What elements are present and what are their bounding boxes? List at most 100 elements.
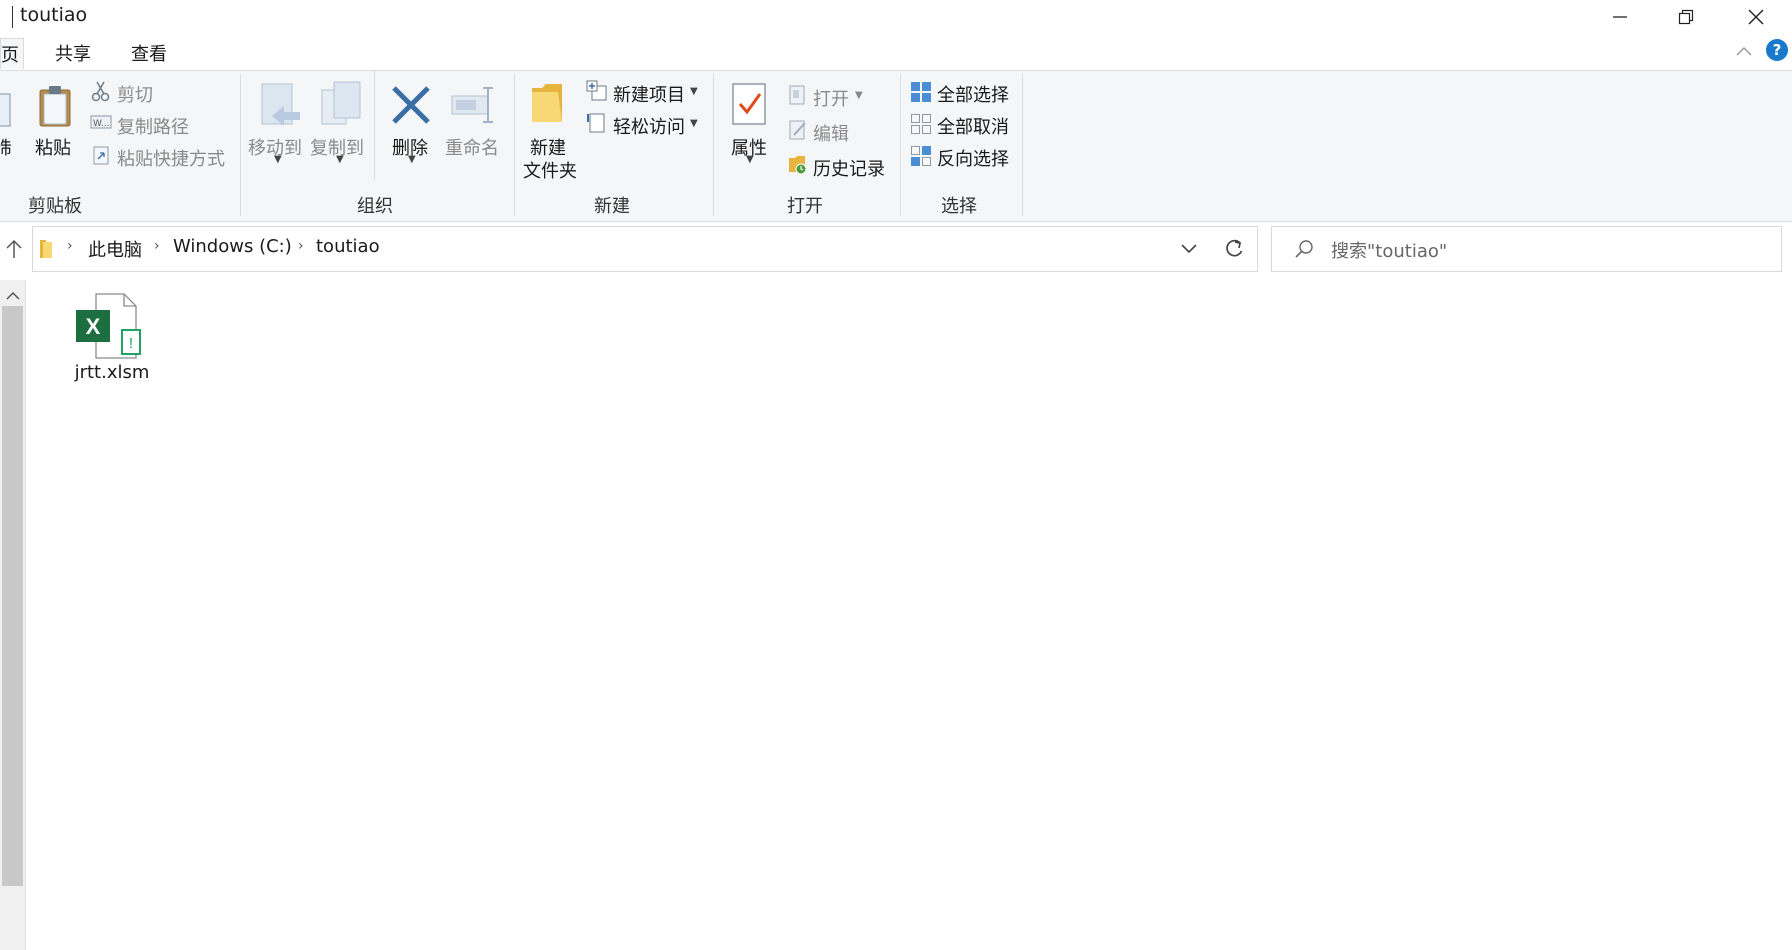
tab-home-label: 页 bbox=[1, 45, 19, 66]
delete-caret: ▼ bbox=[408, 154, 416, 165]
paste-shortcut-label: 粘贴快捷方式 bbox=[117, 149, 225, 170]
edit-label: 编辑 bbox=[813, 124, 849, 145]
close-button[interactable] bbox=[1720, 0, 1792, 34]
title-separator bbox=[12, 6, 13, 28]
copy-to-caret: ▼ bbox=[336, 154, 344, 165]
window-title: toutiao bbox=[20, 4, 88, 26]
svg-text:!: ! bbox=[129, 335, 133, 352]
invert-selection-icon bbox=[911, 146, 931, 166]
address-folder-icon bbox=[38, 236, 56, 265]
copy-label: 制 bbox=[0, 138, 12, 159]
delete-button[interactable] bbox=[390, 84, 432, 131]
excel-file-icon: X ! bbox=[76, 293, 141, 359]
restore-button[interactable] bbox=[1650, 0, 1722, 34]
new-item-label: 新建项目 bbox=[613, 85, 685, 106]
copy-to-button[interactable] bbox=[320, 80, 364, 135]
move-to-button[interactable] bbox=[258, 82, 302, 137]
properties-caret: ▼ bbox=[746, 154, 754, 165]
properties-button[interactable] bbox=[730, 82, 770, 133]
refresh-button[interactable] bbox=[1211, 226, 1258, 272]
breadcrumb-chevron-icon[interactable]: › bbox=[154, 238, 160, 254]
paste-label: 粘贴 bbox=[35, 138, 71, 159]
history-button[interactable] bbox=[787, 154, 809, 181]
rename-icon bbox=[451, 87, 493, 123]
svg-text:X: X bbox=[86, 314, 101, 339]
easy-access-icon bbox=[587, 113, 605, 133]
copy-path-button[interactable]: W... bbox=[90, 113, 112, 136]
chevron-up-icon bbox=[6, 291, 20, 300]
paste-shortcut-button[interactable] bbox=[92, 145, 110, 170]
easy-access-caret: ▼ bbox=[690, 118, 698, 129]
select-none-icon bbox=[911, 114, 931, 134]
select-none-button[interactable] bbox=[910, 113, 932, 140]
open-group-label: 打开 bbox=[787, 196, 823, 217]
copy-icon bbox=[0, 93, 11, 127]
new-item-button[interactable] bbox=[586, 80, 608, 107]
clipboard-icon bbox=[39, 86, 71, 127]
properties-icon bbox=[732, 83, 766, 125]
search-placeholder: 搜索"toutiao" bbox=[1331, 241, 1448, 262]
open-caret: ▼ bbox=[855, 90, 863, 101]
up-button[interactable] bbox=[4, 238, 24, 265]
invert-selection-label: 反向选择 bbox=[937, 149, 1009, 170]
organize-inner-separator bbox=[374, 70, 375, 180]
delete-x-icon bbox=[392, 86, 430, 124]
folder-icon bbox=[532, 84, 562, 122]
cut-label: 剪切 bbox=[117, 85, 153, 106]
clipboard-group-label: 剪贴板 bbox=[28, 196, 82, 217]
edit-button[interactable] bbox=[787, 119, 809, 146]
file-name: jrtt.xlsm bbox=[74, 362, 150, 383]
select-none-label: 全部取消 bbox=[937, 117, 1009, 138]
search-box[interactable]: 搜索"toutiao" bbox=[1271, 226, 1782, 272]
tab-view[interactable]: 查看 bbox=[131, 40, 167, 66]
breadcrumb-this-pc[interactable]: 此电脑 bbox=[88, 236, 142, 262]
select-all-button[interactable] bbox=[910, 81, 932, 108]
move-to-caret: ▼ bbox=[274, 154, 282, 165]
svg-text:W...: W... bbox=[93, 119, 109, 129]
help-icon: ? bbox=[1772, 41, 1782, 59]
rename-button[interactable] bbox=[450, 84, 500, 131]
chevron-down-icon bbox=[1181, 244, 1197, 254]
select-group-label: 选择 bbox=[941, 196, 977, 217]
breadcrumb-chevron-icon[interactable]: › bbox=[298, 238, 304, 254]
restore-icon bbox=[1678, 9, 1694, 25]
scroll-up-button[interactable] bbox=[5, 286, 21, 307]
scrollbar-thumb[interactable] bbox=[2, 306, 23, 886]
title-bar bbox=[0, 0, 1792, 34]
scissors-icon bbox=[91, 81, 110, 102]
breadcrumb-chevron-icon[interactable]: › bbox=[67, 238, 73, 254]
chevron-up-icon bbox=[1736, 46, 1752, 56]
group-separator bbox=[900, 74, 901, 216]
search-icon bbox=[1295, 240, 1313, 258]
cut-button[interactable] bbox=[90, 80, 110, 107]
new-folder-button[interactable] bbox=[528, 82, 568, 131]
invert-selection-button[interactable] bbox=[910, 145, 932, 172]
group-separator bbox=[514, 74, 515, 216]
copy-to-icon bbox=[321, 81, 361, 125]
select-all-icon bbox=[911, 82, 931, 102]
paste-button[interactable] bbox=[36, 84, 74, 133]
open-button[interactable] bbox=[787, 84, 809, 111]
tab-share[interactable]: 共享 bbox=[55, 40, 91, 66]
group-separator bbox=[713, 74, 714, 216]
breadcrumb-toutiao[interactable]: toutiao bbox=[316, 236, 380, 257]
move-to-icon bbox=[261, 83, 300, 126]
address-dropdown-button[interactable] bbox=[1180, 240, 1198, 261]
copy-path-icon: W... bbox=[90, 115, 112, 129]
copy-button[interactable] bbox=[0, 90, 14, 135]
open-label: 打开 bbox=[813, 89, 849, 110]
history-label: 历史记录 bbox=[813, 159, 885, 180]
history-icon bbox=[789, 156, 807, 175]
file-item[interactable]: X ! jrtt.xlsm bbox=[66, 288, 158, 388]
easy-access-button[interactable] bbox=[586, 112, 608, 139]
arrow-up-icon bbox=[6, 239, 22, 258]
new-item-icon bbox=[586, 80, 607, 101]
close-icon bbox=[1748, 9, 1764, 25]
breadcrumb-drive-c[interactable]: Windows (C:) bbox=[173, 236, 292, 257]
collapse-ribbon-button[interactable] bbox=[1735, 42, 1753, 63]
tab-home[interactable]: 页 bbox=[0, 38, 24, 69]
help-button[interactable]: ? bbox=[1766, 39, 1788, 61]
open-icon bbox=[789, 85, 805, 105]
edit-icon bbox=[789, 120, 806, 140]
minimize-button[interactable] bbox=[1584, 0, 1656, 34]
